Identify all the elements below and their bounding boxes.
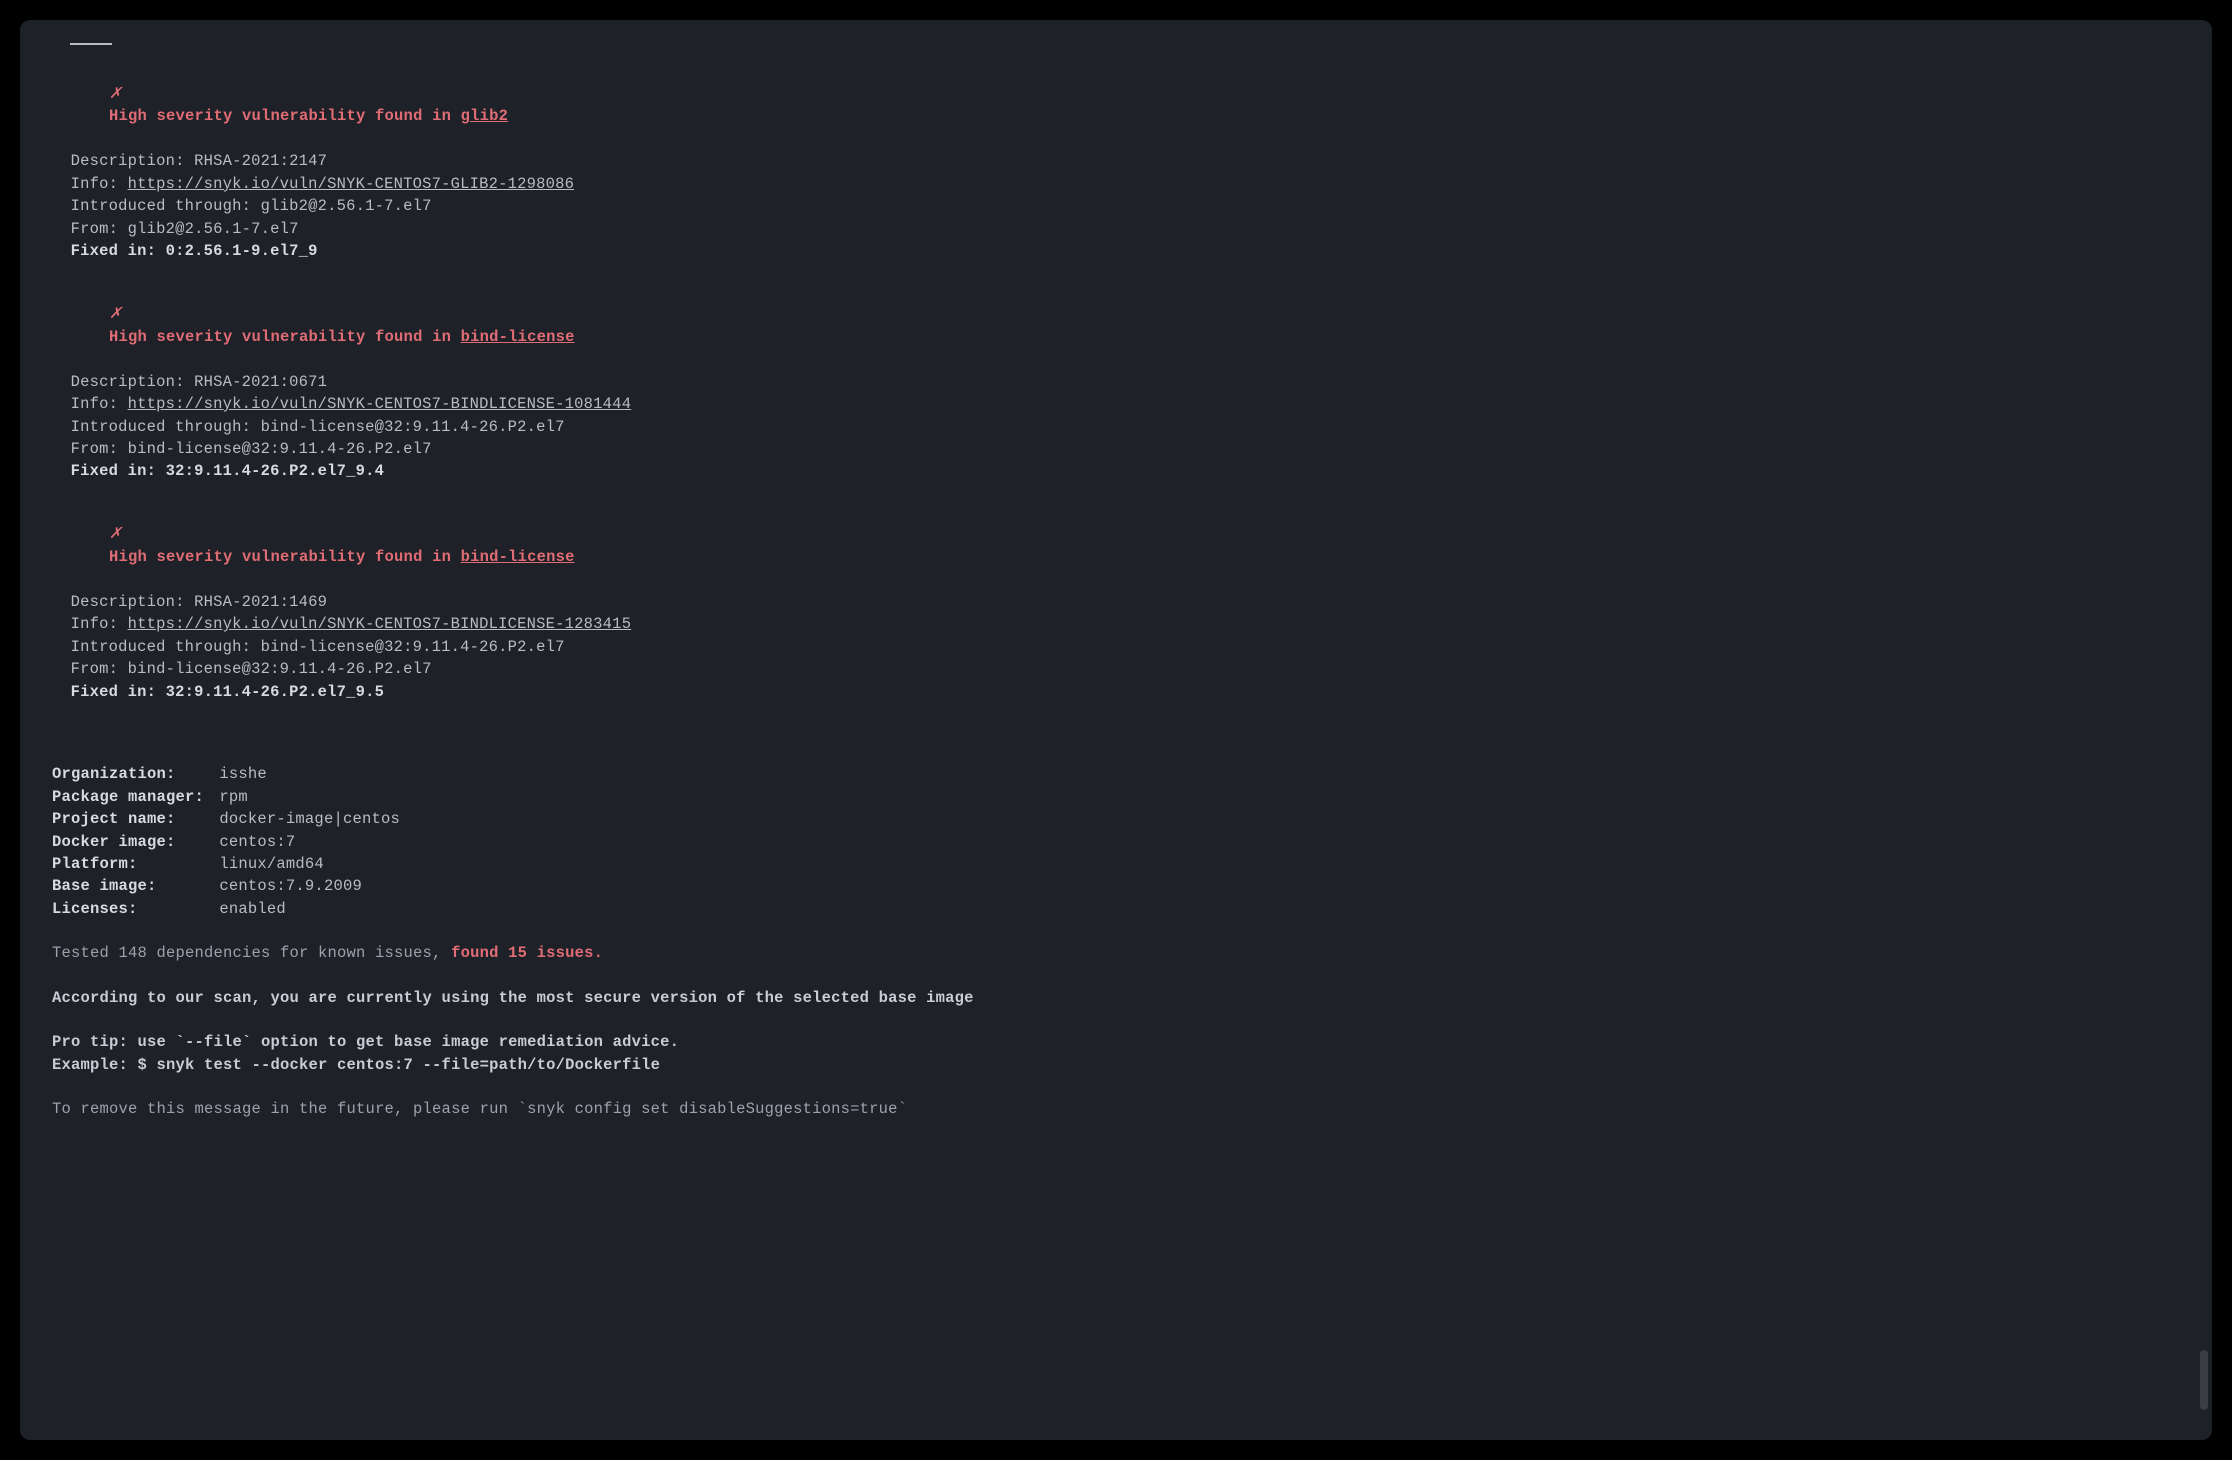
info-link[interactable]: https://snyk.io/vuln/SNYK-CENTOS7-GLIB2-… — [128, 175, 575, 193]
org-label: Organization: — [52, 763, 219, 785]
vulnerability-block: ✗ High severity vulnerability found in g… — [52, 60, 2180, 262]
separator-line — [70, 43, 112, 45]
fixed-label: Fixed in: — [71, 242, 166, 260]
meta-row: Project name:docker-image|centos — [52, 808, 2180, 830]
plat-value: linux/amd64 — [219, 853, 324, 875]
fixed-label: Fixed in: — [71, 683, 166, 701]
fixed-value: 32:9.11.4-26.P2.el7_9.5 — [166, 683, 385, 701]
meta-row: Organization:isshe — [52, 763, 2180, 785]
desc-value: RHSA-2021:0671 — [194, 373, 327, 391]
remove-msg-line: To remove this message in the future, pl… — [52, 1098, 2180, 1120]
meta-row: Licenses:enabled — [52, 898, 2180, 920]
info-label: Info: — [71, 395, 128, 413]
info-label: Info: — [71, 615, 128, 633]
lic-label: Licenses: — [52, 898, 219, 920]
desc-label: Description: — [71, 152, 195, 170]
desc-label: Description: — [71, 593, 195, 611]
img-label: Docker image: — [52, 831, 219, 853]
cross-icon: ✗ — [109, 305, 122, 323]
vulnerability-block: ✗ High severity vulnerability found in b… — [52, 501, 2180, 703]
from-label: From: — [71, 220, 128, 238]
introduced-label: Introduced through: — [71, 638, 261, 656]
fixed-value: 32:9.11.4-26.P2.el7_9.4 — [166, 462, 385, 480]
vulnerability-block: ✗ High severity vulnerability found in b… — [52, 281, 2180, 483]
meta-row: Docker image:centos:7 — [52, 831, 2180, 853]
introduced-value: glib2@2.56.1-7.el7 — [261, 197, 432, 215]
desc-value: RHSA-2021:2147 — [194, 152, 327, 170]
severity-text: High severity vulnerability found in — [109, 328, 461, 346]
info-label: Info: — [71, 175, 128, 193]
scan-message: According to our scan, you are currently… — [52, 987, 2180, 1009]
proj-label: Project name: — [52, 808, 219, 830]
desc-value: RHSA-2021:1469 — [194, 593, 327, 611]
severity-text: High severity vulnerability found in — [109, 107, 461, 125]
tested-line: Tested 148 dependencies for known issues… — [52, 942, 2180, 964]
proj-value: docker-image|centos — [219, 808, 400, 830]
lic-value: enabled — [219, 898, 286, 920]
vuln-package: bind-license — [461, 328, 575, 346]
terminal-window: ✗ High severity vulnerability found in g… — [20, 20, 2212, 1440]
introduced-label: Introduced through: — [71, 418, 261, 436]
base-value: centos:7.9.2009 — [219, 875, 362, 897]
protip-line: Pro tip: use `--file` option to get base… — [52, 1031, 2180, 1053]
introduced-label: Introduced through: — [71, 197, 261, 215]
img-value: centos:7 — [219, 831, 295, 853]
cross-icon: ✗ — [109, 85, 122, 103]
pm-value: rpm — [219, 786, 248, 808]
from-value: bind-license@32:9.11.4-26.P2.el7 — [128, 440, 432, 458]
info-link[interactable]: https://snyk.io/vuln/SNYK-CENTOS7-BINDLI… — [128, 615, 632, 633]
from-value: glib2@2.56.1-7.el7 — [128, 220, 299, 238]
vuln-package: glib2 — [461, 107, 509, 125]
introduced-value: bind-license@32:9.11.4-26.P2.el7 — [261, 418, 565, 436]
severity-text: High severity vulnerability found in — [109, 548, 461, 566]
found-issues: found 15 issues. — [451, 944, 603, 962]
fixed-value: 0:2.56.1-9.el7_9 — [166, 242, 318, 260]
from-value: bind-license@32:9.11.4-26.P2.el7 — [128, 660, 432, 678]
cross-icon: ✗ — [109, 525, 122, 543]
vuln-package: bind-license — [461, 548, 575, 566]
from-label: From: — [71, 440, 128, 458]
desc-label: Description: — [71, 373, 195, 391]
org-value: isshe — [219, 763, 267, 785]
introduced-value: bind-license@32:9.11.4-26.P2.el7 — [261, 638, 565, 656]
pm-label: Package manager: — [52, 786, 219, 808]
plat-label: Platform: — [52, 853, 219, 875]
scrollbar[interactable] — [2200, 1350, 2208, 1410]
meta-row: Base image:centos:7.9.2009 — [52, 875, 2180, 897]
base-label: Base image: — [52, 875, 219, 897]
tested-prefix: Tested 148 dependencies for known issues… — [52, 944, 451, 962]
fixed-label: Fixed in: — [71, 462, 166, 480]
meta-row: Platform:linux/amd64 — [52, 853, 2180, 875]
info-link[interactable]: https://snyk.io/vuln/SNYK-CENTOS7-BINDLI… — [128, 395, 632, 413]
example-line: Example: $ snyk test --docker centos:7 -… — [52, 1054, 2180, 1076]
meta-row: Package manager:rpm — [52, 786, 2180, 808]
from-label: From: — [71, 660, 128, 678]
